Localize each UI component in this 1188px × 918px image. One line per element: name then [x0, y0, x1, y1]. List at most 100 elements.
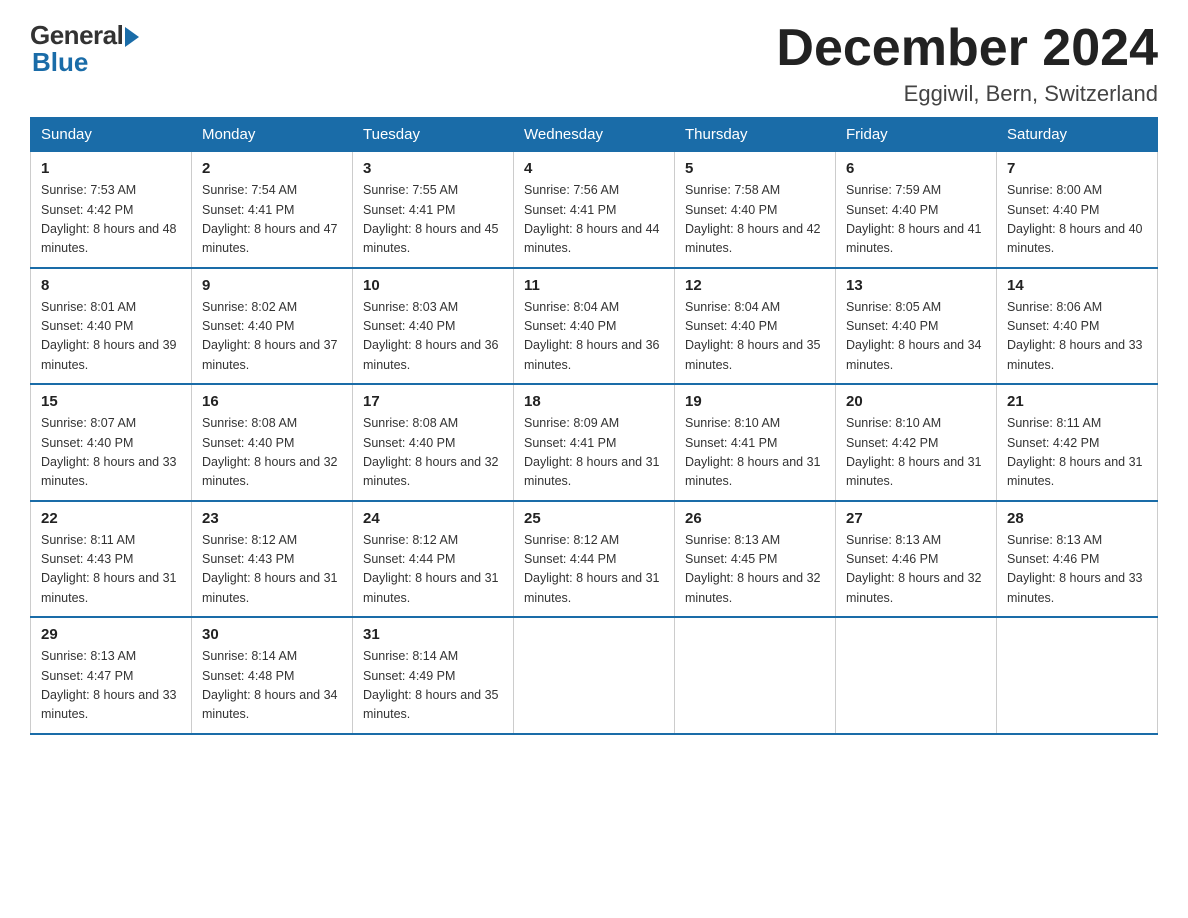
day-number: 1 [41, 160, 181, 177]
logo: General Blue [30, 20, 139, 78]
table-row: 31 Sunrise: 8:14 AM Sunset: 4:49 PM Dayl… [353, 617, 514, 734]
day-number: 22 [41, 510, 181, 527]
table-row: 15 Sunrise: 8:07 AM Sunset: 4:40 PM Dayl… [31, 384, 192, 501]
day-number: 3 [363, 160, 503, 177]
day-info: Sunrise: 8:12 AM Sunset: 4:43 PM Dayligh… [202, 531, 342, 609]
day-info: Sunrise: 7:55 AM Sunset: 4:41 PM Dayligh… [363, 181, 503, 259]
day-info: Sunrise: 8:06 AM Sunset: 4:40 PM Dayligh… [1007, 298, 1147, 376]
day-info: Sunrise: 8:05 AM Sunset: 4:40 PM Dayligh… [846, 298, 986, 376]
calendar-week-row: 15 Sunrise: 8:07 AM Sunset: 4:40 PM Dayl… [31, 384, 1158, 501]
table-row: 5 Sunrise: 7:58 AM Sunset: 4:40 PM Dayli… [675, 152, 836, 268]
column-header-tuesday: Tuesday [353, 118, 514, 152]
day-number: 8 [41, 277, 181, 294]
day-info: Sunrise: 8:13 AM Sunset: 4:46 PM Dayligh… [846, 531, 986, 609]
table-row: 2 Sunrise: 7:54 AM Sunset: 4:41 PM Dayli… [192, 152, 353, 268]
table-row: 10 Sunrise: 8:03 AM Sunset: 4:40 PM Dayl… [353, 268, 514, 385]
table-row: 26 Sunrise: 8:13 AM Sunset: 4:45 PM Dayl… [675, 501, 836, 618]
column-header-sunday: Sunday [31, 118, 192, 152]
table-row: 14 Sunrise: 8:06 AM Sunset: 4:40 PM Dayl… [997, 268, 1158, 385]
table-row [836, 617, 997, 734]
calendar-week-row: 29 Sunrise: 8:13 AM Sunset: 4:47 PM Dayl… [31, 617, 1158, 734]
day-info: Sunrise: 8:03 AM Sunset: 4:40 PM Dayligh… [363, 298, 503, 376]
table-row: 19 Sunrise: 8:10 AM Sunset: 4:41 PM Dayl… [675, 384, 836, 501]
day-number: 9 [202, 277, 342, 294]
day-info: Sunrise: 8:00 AM Sunset: 4:40 PM Dayligh… [1007, 181, 1147, 259]
table-row: 29 Sunrise: 8:13 AM Sunset: 4:47 PM Dayl… [31, 617, 192, 734]
day-number: 19 [685, 393, 825, 410]
table-row: 30 Sunrise: 8:14 AM Sunset: 4:48 PM Dayl… [192, 617, 353, 734]
table-row: 21 Sunrise: 8:11 AM Sunset: 4:42 PM Dayl… [997, 384, 1158, 501]
day-number: 25 [524, 510, 664, 527]
day-info: Sunrise: 7:54 AM Sunset: 4:41 PM Dayligh… [202, 181, 342, 259]
table-row: 11 Sunrise: 8:04 AM Sunset: 4:40 PM Dayl… [514, 268, 675, 385]
calendar-header-row: SundayMondayTuesdayWednesdayThursdayFrid… [31, 118, 1158, 152]
day-number: 28 [1007, 510, 1147, 527]
column-header-wednesday: Wednesday [514, 118, 675, 152]
table-row: 20 Sunrise: 8:10 AM Sunset: 4:42 PM Dayl… [836, 384, 997, 501]
day-number: 11 [524, 277, 664, 294]
column-header-friday: Friday [836, 118, 997, 152]
day-info: Sunrise: 8:13 AM Sunset: 4:45 PM Dayligh… [685, 531, 825, 609]
day-number: 14 [1007, 277, 1147, 294]
day-number: 24 [363, 510, 503, 527]
day-info: Sunrise: 8:12 AM Sunset: 4:44 PM Dayligh… [524, 531, 664, 609]
table-row [997, 617, 1158, 734]
day-number: 5 [685, 160, 825, 177]
day-number: 7 [1007, 160, 1147, 177]
day-info: Sunrise: 8:09 AM Sunset: 4:41 PM Dayligh… [524, 414, 664, 492]
table-row: 8 Sunrise: 8:01 AM Sunset: 4:40 PM Dayli… [31, 268, 192, 385]
day-info: Sunrise: 7:58 AM Sunset: 4:40 PM Dayligh… [685, 181, 825, 259]
day-number: 26 [685, 510, 825, 527]
calendar-week-row: 8 Sunrise: 8:01 AM Sunset: 4:40 PM Dayli… [31, 268, 1158, 385]
day-info: Sunrise: 8:08 AM Sunset: 4:40 PM Dayligh… [363, 414, 503, 492]
table-row: 4 Sunrise: 7:56 AM Sunset: 4:41 PM Dayli… [514, 152, 675, 268]
table-row [675, 617, 836, 734]
day-info: Sunrise: 7:59 AM Sunset: 4:40 PM Dayligh… [846, 181, 986, 259]
day-info: Sunrise: 8:13 AM Sunset: 4:46 PM Dayligh… [1007, 531, 1147, 609]
table-row: 24 Sunrise: 8:12 AM Sunset: 4:44 PM Dayl… [353, 501, 514, 618]
day-number: 10 [363, 277, 503, 294]
table-row: 27 Sunrise: 8:13 AM Sunset: 4:46 PM Dayl… [836, 501, 997, 618]
logo-triangle-icon [125, 27, 139, 47]
table-row: 25 Sunrise: 8:12 AM Sunset: 4:44 PM Dayl… [514, 501, 675, 618]
day-info: Sunrise: 8:02 AM Sunset: 4:40 PM Dayligh… [202, 298, 342, 376]
day-number: 23 [202, 510, 342, 527]
day-info: Sunrise: 7:56 AM Sunset: 4:41 PM Dayligh… [524, 181, 664, 259]
day-info: Sunrise: 8:14 AM Sunset: 4:49 PM Dayligh… [363, 647, 503, 725]
day-info: Sunrise: 8:11 AM Sunset: 4:42 PM Dayligh… [1007, 414, 1147, 492]
table-row: 12 Sunrise: 8:04 AM Sunset: 4:40 PM Dayl… [675, 268, 836, 385]
day-info: Sunrise: 8:04 AM Sunset: 4:40 PM Dayligh… [524, 298, 664, 376]
calendar-week-row: 1 Sunrise: 7:53 AM Sunset: 4:42 PM Dayli… [31, 152, 1158, 268]
table-row: 16 Sunrise: 8:08 AM Sunset: 4:40 PM Dayl… [192, 384, 353, 501]
title-block: December 2024 Eggiwil, Bern, Switzerland [776, 20, 1158, 107]
table-row: 28 Sunrise: 8:13 AM Sunset: 4:46 PM Dayl… [997, 501, 1158, 618]
day-info: Sunrise: 8:11 AM Sunset: 4:43 PM Dayligh… [41, 531, 181, 609]
day-number: 6 [846, 160, 986, 177]
day-info: Sunrise: 7:53 AM Sunset: 4:42 PM Dayligh… [41, 181, 181, 259]
table-row: 6 Sunrise: 7:59 AM Sunset: 4:40 PM Dayli… [836, 152, 997, 268]
day-number: 18 [524, 393, 664, 410]
day-number: 4 [524, 160, 664, 177]
day-info: Sunrise: 8:10 AM Sunset: 4:42 PM Dayligh… [846, 414, 986, 492]
table-row: 18 Sunrise: 8:09 AM Sunset: 4:41 PM Dayl… [514, 384, 675, 501]
logo-blue-text: Blue [30, 47, 88, 78]
column-header-monday: Monday [192, 118, 353, 152]
table-row: 7 Sunrise: 8:00 AM Sunset: 4:40 PM Dayli… [997, 152, 1158, 268]
table-row: 9 Sunrise: 8:02 AM Sunset: 4:40 PM Dayli… [192, 268, 353, 385]
day-number: 2 [202, 160, 342, 177]
day-number: 16 [202, 393, 342, 410]
day-info: Sunrise: 8:10 AM Sunset: 4:41 PM Dayligh… [685, 414, 825, 492]
table-row: 23 Sunrise: 8:12 AM Sunset: 4:43 PM Dayl… [192, 501, 353, 618]
day-number: 30 [202, 626, 342, 643]
day-info: Sunrise: 8:07 AM Sunset: 4:40 PM Dayligh… [41, 414, 181, 492]
day-info: Sunrise: 8:08 AM Sunset: 4:40 PM Dayligh… [202, 414, 342, 492]
table-row: 1 Sunrise: 7:53 AM Sunset: 4:42 PM Dayli… [31, 152, 192, 268]
day-number: 15 [41, 393, 181, 410]
calendar-week-row: 22 Sunrise: 8:11 AM Sunset: 4:43 PM Dayl… [31, 501, 1158, 618]
table-row: 3 Sunrise: 7:55 AM Sunset: 4:41 PM Dayli… [353, 152, 514, 268]
day-number: 27 [846, 510, 986, 527]
table-row: 22 Sunrise: 8:11 AM Sunset: 4:43 PM Dayl… [31, 501, 192, 618]
table-row: 13 Sunrise: 8:05 AM Sunset: 4:40 PM Dayl… [836, 268, 997, 385]
day-number: 20 [846, 393, 986, 410]
day-info: Sunrise: 8:14 AM Sunset: 4:48 PM Dayligh… [202, 647, 342, 725]
